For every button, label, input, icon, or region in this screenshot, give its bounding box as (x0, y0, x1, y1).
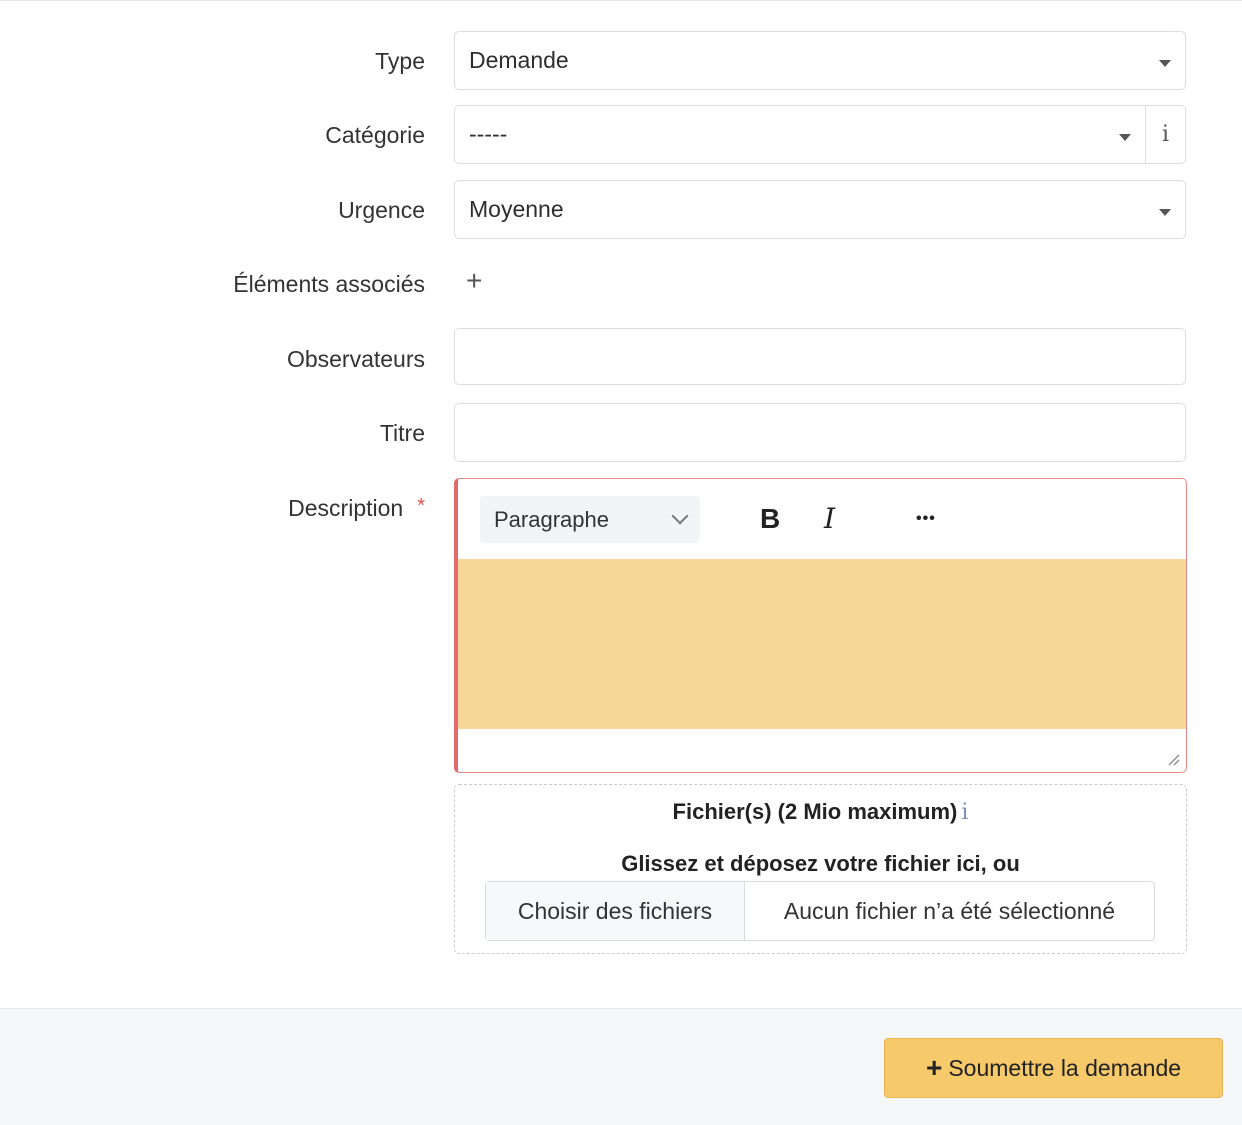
file-status: Aucun fichier n’a été sélectionné (783, 897, 1116, 924)
file-dropzone[interactable]: Fichier(s) (2 Mio maximum) i Glissez et d… (454, 784, 1187, 954)
description-editor[interactable]: Paragraphe B I ••• (454, 478, 1187, 773)
observers-input[interactable] (454, 328, 1186, 385)
resize-handle-icon[interactable] (1166, 752, 1180, 766)
choose-files-button[interactable]: Choisir des fichiers (486, 882, 745, 940)
category-value: ----- (469, 121, 508, 147)
type-select[interactable]: Demande (454, 31, 1186, 90)
chevron-down-icon (671, 507, 689, 525)
italic-button[interactable]: I (824, 499, 835, 539)
block-format-value: Paragraphe (494, 507, 609, 532)
more-options-button[interactable]: ••• (916, 499, 936, 539)
file-input[interactable]: Choisir des fichiers Aucun fichier n’a é… (485, 881, 1155, 941)
upload-title: Fichier(s) (2 Mio maximum) i (455, 799, 1186, 825)
add-linked-item-icon[interactable]: + (466, 266, 482, 296)
category-label: Catégorie (325, 122, 425, 148)
type-label: Type (375, 48, 425, 74)
drop-instructions: Glissez et déposez votre fichier ici, ou (621, 851, 1020, 876)
plus-icon: + (925, 1052, 943, 1083)
title-input[interactable] (454, 403, 1186, 462)
info-icon[interactable]: i (961, 800, 968, 825)
top-divider (0, 0, 1242, 1)
caret-down-icon (1119, 134, 1131, 141)
urgency-select[interactable]: Moyenne (454, 180, 1186, 239)
upload-title-text: Fichier(s) (2 Mio maximum) (672, 799, 958, 824)
urgency-value: Moyenne (469, 196, 564, 222)
caret-down-icon (1159, 209, 1171, 216)
title-label: Titre (379, 420, 425, 446)
submit-request-button[interactable]: + Soumettre la demande (884, 1038, 1223, 1098)
submit-label: Soumettre la demande (948, 1054, 1182, 1081)
description-label: Description * (288, 494, 425, 524)
observers-label: Observateurs (286, 346, 425, 372)
caret-down-icon (1159, 60, 1171, 67)
block-format-select[interactable]: Paragraphe (480, 496, 700, 543)
category-select[interactable]: ----- i (454, 105, 1186, 164)
type-value: Demande (469, 47, 569, 73)
form-footer: + Soumettre la demande (0, 1008, 1242, 1125)
urgency-label: Urgence (338, 197, 425, 223)
description-label-text: Description (288, 495, 404, 521)
linked-items-label: Éléments associés (233, 271, 425, 297)
required-mark: * (417, 495, 425, 517)
info-icon[interactable]: i (1145, 106, 1185, 163)
editor-content-area[interactable] (458, 559, 1186, 729)
bold-button[interactable]: B (760, 499, 780, 539)
